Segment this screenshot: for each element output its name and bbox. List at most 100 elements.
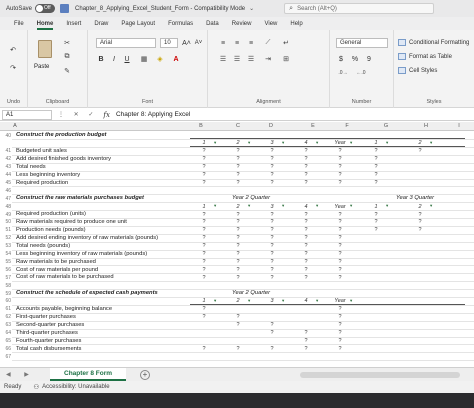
menu-tab-draw[interactable]: Draw — [94, 21, 108, 27]
input-cell[interactable]: ? — [296, 212, 316, 218]
input-cell[interactable]: ? — [366, 156, 386, 162]
input-cell[interactable]: ? — [330, 156, 350, 162]
input-cell[interactable]: ? — [410, 212, 430, 218]
input-cell[interactable]: ? — [410, 227, 430, 233]
row-label[interactable]: Raw materials to be purchased — [16, 259, 96, 265]
input-cell[interactable]: ? — [194, 314, 214, 320]
worksheet-grid[interactable]: A B C D E F G H I 40 Construct the production bud… — [0, 122, 474, 367]
quarter-header-cell[interactable]: 2 — [410, 204, 430, 210]
row-number[interactable]: 55 — [0, 259, 12, 265]
quarter-header-cell[interactable]: 3 — [262, 140, 282, 146]
input-cell[interactable]: ? — [330, 172, 350, 178]
font-color-icon[interactable]: A — [170, 54, 182, 64]
row-number[interactable]: 52 — [0, 235, 12, 241]
row-number[interactable]: 41 — [0, 148, 12, 154]
autosave-toggle[interactable]: Off — [35, 4, 56, 13]
filter-dropdown-icon[interactable]: ▾ — [214, 203, 216, 209]
row-number[interactable]: 45 — [0, 180, 12, 186]
filter-dropdown-icon[interactable]: ▾ — [430, 203, 432, 209]
input-cell[interactable]: ? — [296, 180, 316, 186]
font-size-select[interactable]: 10 — [160, 38, 178, 48]
input-cell[interactable]: ? — [194, 235, 214, 241]
fill-color-icon[interactable]: ◈ — [154, 54, 166, 64]
input-cell[interactable]: ? — [330, 267, 350, 273]
accessibility-status[interactable]: ⚇ Accessibility: Unavailable — [33, 383, 109, 391]
quarter-header-cell[interactable]: 4 — [296, 298, 316, 304]
filter-dropdown-icon[interactable]: ▾ — [350, 203, 352, 209]
input-cell[interactable]: ? — [366, 227, 386, 233]
input-cell[interactable]: ? — [194, 156, 214, 162]
formula-content[interactable]: Chapter 8: Applying Excel — [116, 111, 190, 118]
input-cell[interactable]: ? — [410, 148, 430, 154]
input-cell[interactable]: ? — [330, 322, 350, 328]
input-cell[interactable]: ? — [262, 267, 282, 273]
input-cell[interactable]: ? — [228, 227, 248, 233]
quarter-header-cell[interactable]: 4 — [296, 140, 316, 146]
input-cell[interactable]: ? — [194, 346, 214, 352]
input-cell[interactable]: ? — [330, 346, 350, 352]
input-cell[interactable]: ? — [330, 243, 350, 249]
input-cell[interactable]: ? — [262, 330, 282, 336]
input-cell[interactable]: ? — [262, 156, 282, 162]
row-label[interactable]: Add desired finished goods inventory — [16, 156, 111, 162]
name-box[interactable]: A1 — [2, 109, 52, 120]
quarter-header-cell[interactable]: 2 — [228, 140, 248, 146]
filter-dropdown-icon[interactable]: ▾ — [430, 140, 432, 146]
input-cell[interactable]: ? — [262, 172, 282, 178]
input-cell[interactable]: ? — [262, 219, 282, 225]
horizontal-scrollbar[interactable] — [300, 372, 460, 378]
row-number[interactable]: 65 — [0, 338, 12, 344]
align-center-icon[interactable]: ☰ — [232, 54, 242, 64]
input-cell[interactable]: ? — [262, 235, 282, 241]
input-cell[interactable]: ? — [228, 148, 248, 154]
input-cell[interactable]: ? — [330, 259, 350, 265]
row-number[interactable]: 66 — [0, 346, 12, 352]
input-cell[interactable]: ? — [194, 180, 214, 186]
menu-tab-review[interactable]: Review — [232, 21, 252, 27]
menu-tab-view[interactable]: View — [264, 21, 277, 27]
quarter-header-cell[interactable]: Year — [330, 298, 350, 304]
quarter-header-cell[interactable]: 2 — [228, 204, 248, 210]
row-number[interactable]: 43 — [0, 164, 12, 170]
input-cell[interactable]: ? — [262, 251, 282, 257]
filter-dropdown-icon[interactable]: ▾ — [248, 140, 250, 146]
filter-dropdown-icon[interactable]: ▾ — [386, 203, 388, 209]
row-label[interactable]: Third-quarter purchases — [16, 330, 78, 336]
input-cell[interactable]: ? — [228, 219, 248, 225]
row-number[interactable]: 60 — [0, 298, 12, 304]
input-cell[interactable]: ? — [330, 164, 350, 170]
filter-dropdown-icon[interactable]: ▾ — [282, 298, 284, 304]
input-cell[interactable]: ? — [228, 212, 248, 218]
row-label[interactable]: Cost of raw materials to be purchased — [16, 274, 114, 280]
input-cell[interactable]: ? — [330, 235, 350, 241]
align-right-icon[interactable]: ☰ — [246, 54, 256, 64]
paste-button[interactable] — [36, 38, 54, 60]
input-cell[interactable]: ? — [194, 172, 214, 178]
input-cell[interactable]: ? — [296, 156, 316, 162]
input-cell[interactable]: ? — [228, 235, 248, 241]
menu-tab-file[interactable]: File — [14, 21, 24, 27]
input-cell[interactable]: ? — [262, 148, 282, 154]
format-as-table-button[interactable]: Format as Table — [398, 53, 452, 60]
number-format-select[interactable]: General — [336, 38, 388, 48]
formula-actions[interactable]: ⋮ ✕ ✓ — [58, 111, 97, 118]
font-name-select[interactable]: Arial — [96, 38, 156, 48]
grow-font-icon[interactable]: A˄ — [182, 38, 191, 48]
increase-decimal-icon[interactable]: .0→ — [336, 68, 350, 78]
input-cell[interactable]: ? — [262, 322, 282, 328]
row-label[interactable]: Raw materials required to produce one un… — [16, 219, 127, 225]
row-number[interactable]: 40 — [0, 133, 12, 139]
column-header-f[interactable]: F — [342, 123, 352, 129]
filter-dropdown-icon[interactable]: ▾ — [316, 203, 318, 209]
input-cell[interactable]: ? — [194, 251, 214, 257]
row-label[interactable]: Less beginning inventory — [16, 172, 80, 178]
quarter-header-cell[interactable]: 3 — [262, 298, 282, 304]
input-cell[interactable]: ? — [296, 235, 316, 241]
input-cell[interactable]: ? — [228, 275, 248, 281]
input-cell[interactable]: ? — [296, 251, 316, 257]
underline-button[interactable]: U — [122, 54, 132, 64]
input-cell[interactable]: ? — [330, 306, 350, 312]
input-cell[interactable]: ? — [296, 259, 316, 265]
row-number[interactable]: 61 — [0, 306, 12, 312]
filter-dropdown-icon[interactable]: ▾ — [282, 140, 284, 146]
